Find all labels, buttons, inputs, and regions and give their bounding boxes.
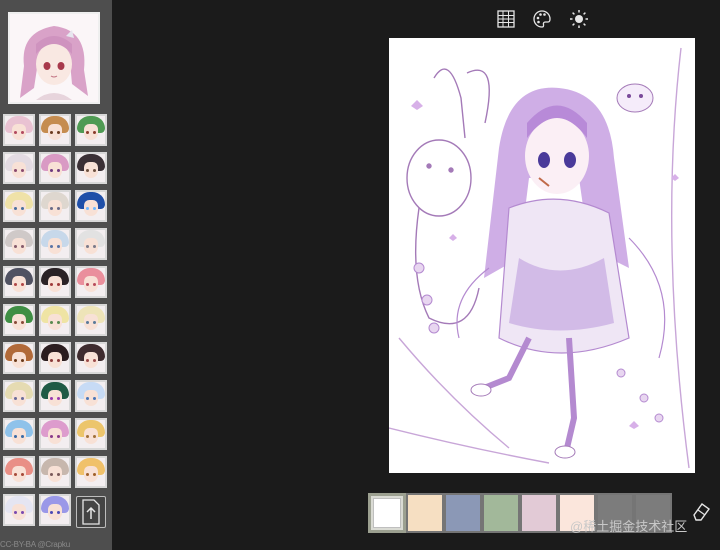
eraser-icon[interactable]	[690, 500, 712, 522]
upload-arrow-icon	[82, 499, 100, 525]
reference-preview-image	[8, 12, 100, 104]
character-thumbnail[interactable]	[39, 342, 71, 374]
character-thumbnail[interactable]	[75, 228, 107, 260]
character-thumbnail[interactable]	[3, 190, 35, 222]
character-thumbnail[interactable]	[39, 190, 71, 222]
character-thumbnail[interactable]	[3, 266, 35, 298]
character-thumbnail[interactable]	[39, 456, 71, 488]
character-thumbnail[interactable]	[39, 494, 71, 526]
palette-icon[interactable]	[532, 9, 552, 29]
color-swatch[interactable]	[406, 493, 444, 533]
character-thumbnail[interactable]	[75, 380, 107, 412]
character-thumbnail[interactable]	[3, 494, 35, 526]
character-thumbnail[interactable]	[3, 152, 35, 184]
character-thumbnail[interactable]	[3, 456, 35, 488]
color-swatch[interactable]	[444, 493, 482, 533]
character-thumbnail[interactable]	[75, 456, 107, 488]
grid-table-icon[interactable]	[496, 9, 516, 29]
character-thumbnail[interactable]	[39, 114, 71, 146]
character-thumbnail[interactable]	[3, 380, 35, 412]
artwork-illustration	[389, 38, 695, 473]
character-thumbnail[interactable]	[39, 418, 71, 450]
character-thumbnail[interactable]	[75, 152, 107, 184]
character-thumbnail[interactable]	[3, 342, 35, 374]
character-thumbnail[interactable]	[39, 228, 71, 260]
color-swatch[interactable]	[520, 493, 558, 533]
character-thumbnail[interactable]	[75, 190, 107, 222]
brightness-icon[interactable]	[569, 9, 589, 29]
character-thumbnail[interactable]	[39, 266, 71, 298]
selected-color-swatch[interactable]	[368, 493, 406, 533]
sidebar: CC-BY-BA @Crapku	[0, 0, 112, 550]
character-thumbnail[interactable]	[75, 266, 107, 298]
character-thumbnail[interactable]	[39, 304, 71, 336]
reference-character-drawing	[10, 14, 98, 102]
color-swatch[interactable]	[482, 493, 520, 533]
colorized-artwork-canvas[interactable]	[389, 38, 695, 473]
character-thumbnail[interactable]	[39, 380, 71, 412]
character-thumbnail[interactable]	[75, 342, 107, 374]
upload-button[interactable]	[76, 496, 106, 528]
character-thumbnail[interactable]	[3, 114, 35, 146]
watermark: @稀土掘金技术社区	[570, 519, 688, 534]
character-thumbnail[interactable]	[3, 418, 35, 450]
character-thumbnail[interactable]	[75, 418, 107, 450]
license-credit: CC-BY-BA @Crapku	[0, 540, 70, 549]
character-thumbnail[interactable]	[75, 304, 107, 336]
character-thumbnail[interactable]	[75, 114, 107, 146]
character-thumbnail[interactable]	[3, 228, 35, 260]
character-thumbnail[interactable]	[3, 304, 35, 336]
character-thumbnail[interactable]	[39, 152, 71, 184]
